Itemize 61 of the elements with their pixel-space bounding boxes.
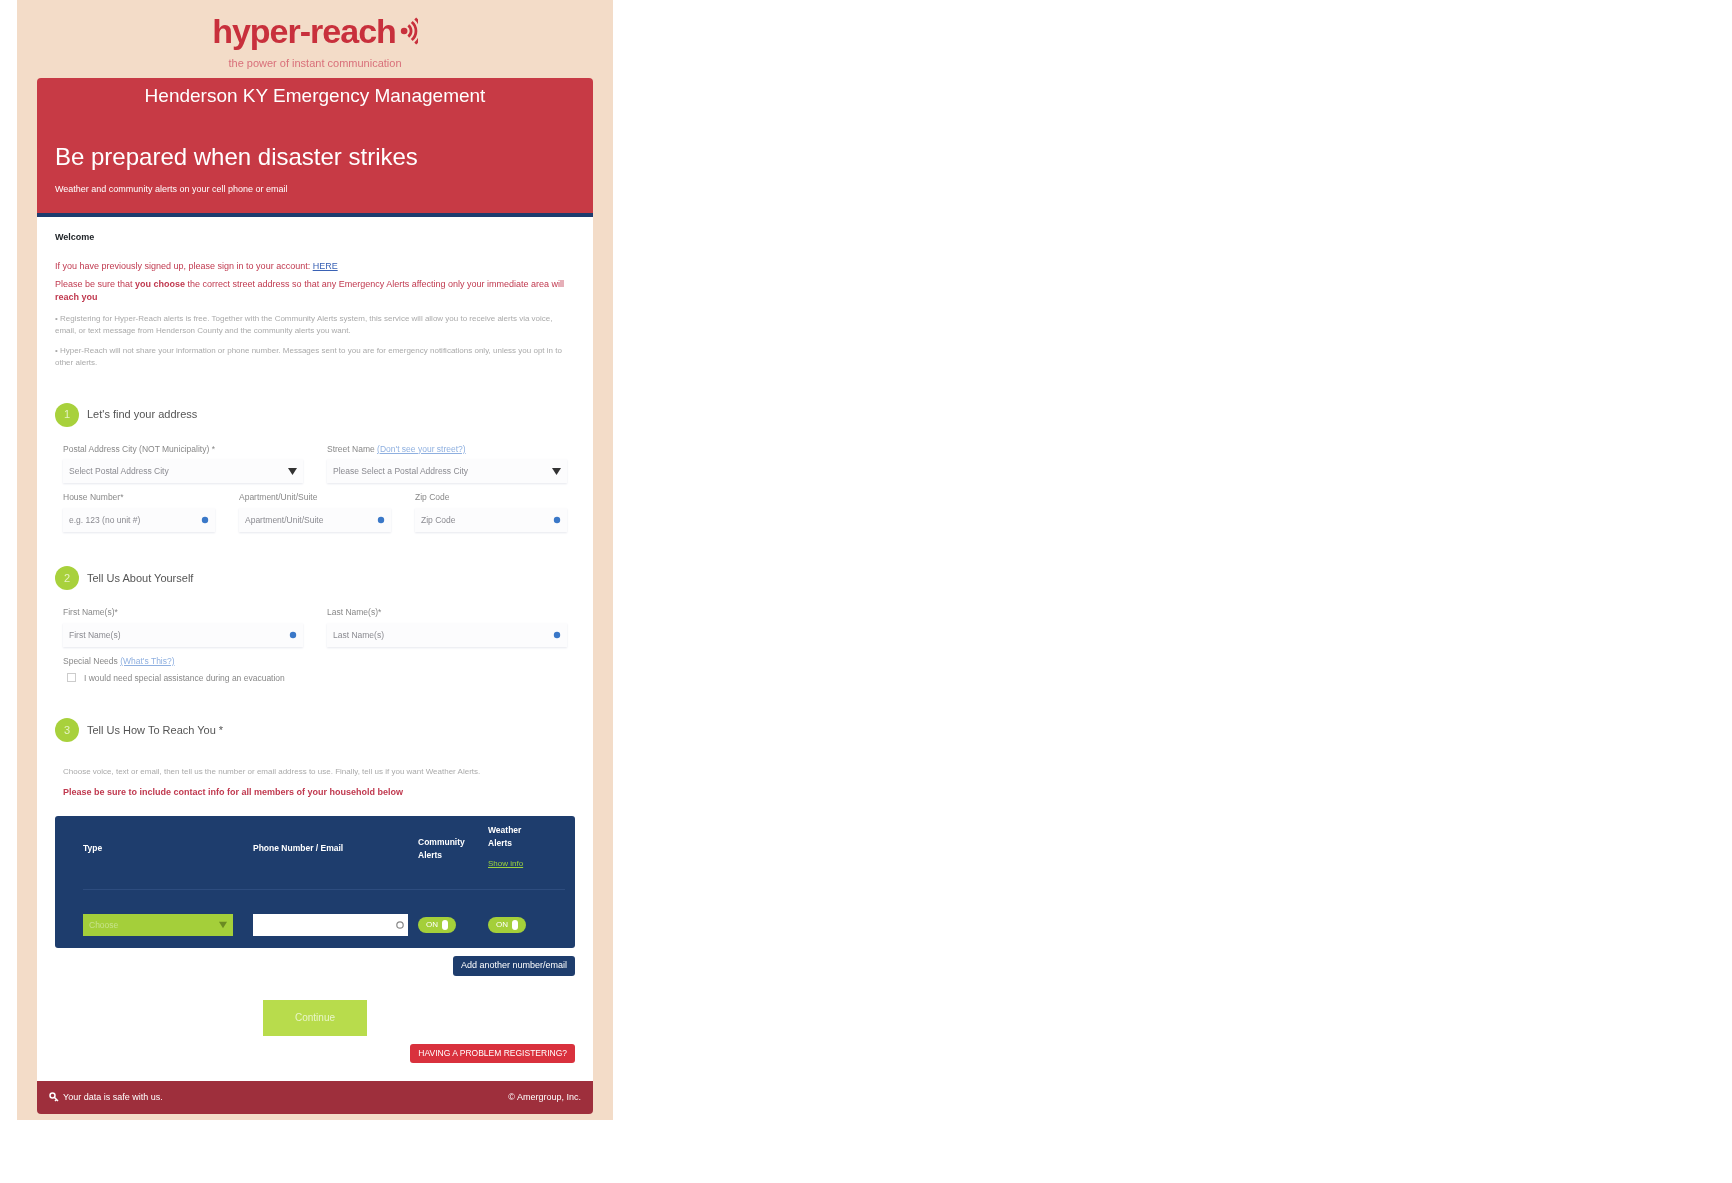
headline: Be prepared when disaster strikes bbox=[55, 142, 418, 170]
input-field[interactable]: Last Name(s) bbox=[327, 622, 567, 647]
dropdown-caret-icon bbox=[219, 921, 227, 930]
dropdown-caret-icon bbox=[288, 466, 297, 476]
checkbox[interactable] bbox=[67, 673, 76, 683]
subheadline: Weather and community alerts on your cell phone or email bbox=[55, 183, 288, 194]
column-header: Type bbox=[83, 842, 104, 855]
help-link[interactable]: (Don't see your street?) bbox=[377, 443, 466, 454]
input-field[interactable]: Zip Code bbox=[415, 508, 567, 532]
field-icon bbox=[289, 630, 297, 639]
field-icon bbox=[553, 516, 561, 524]
field-label: Last Name(s)* bbox=[327, 607, 382, 617]
checkbox-label: I would need special assistance during an evacuation bbox=[84, 671, 285, 685]
input-field[interactable]: First Name(s) bbox=[63, 622, 303, 647]
household-warning: Please be sure to include contact info for all members of your household below bbox=[63, 786, 405, 800]
signal-waves-icon bbox=[399, 17, 418, 45]
field-label: Special Needs bbox=[63, 655, 118, 666]
help-link[interactable]: (What's This?) bbox=[120, 655, 175, 666]
agency-title: Henderson KY Emergency Management bbox=[144, 85, 486, 106]
field-label: First Name(s)* bbox=[63, 607, 118, 617]
column-header: Phone Number / Email bbox=[253, 842, 345, 855]
intro-text: Choose voice, text or email, then tell us the number or email address to use. Finally, tell us if you want Weather Alerts. bbox=[63, 766, 482, 779]
dropdown[interactable]: Please Select a Postal Address City bbox=[327, 459, 567, 484]
footer-text: Your data is safe with us. bbox=[63, 1090, 163, 1104]
input-field[interactable]: Apartment/Unit/Suite bbox=[239, 508, 391, 532]
here-link[interactable]: HERE bbox=[312, 261, 338, 271]
column-header: Community Alerts bbox=[418, 835, 466, 862]
dropdown[interactable]: Select Postal Address City bbox=[63, 459, 303, 484]
field-icon bbox=[377, 516, 385, 524]
input-field[interactable]: e.g. 123 (no unit #) bbox=[63, 508, 215, 532]
key-icon bbox=[49, 1092, 59, 1103]
welcome-title: Welcome bbox=[55, 231, 95, 242]
dropdown-caret-icon bbox=[552, 466, 561, 476]
problem-button[interactable]: HAVING A PROBLEM REGISTERING? bbox=[410, 1043, 575, 1063]
field-label: Street Name bbox=[327, 443, 375, 454]
step-number: 3 bbox=[55, 718, 79, 743]
step-number: 1 bbox=[55, 402, 79, 427]
logo-tagline: the power of instant communication bbox=[228, 57, 402, 69]
address-note: Please be sure that you choose the correct street address so that any Emergency Alerts affecting only your immediate area will reach you bbox=[55, 277, 566, 304]
field-label: Apartment/Unit/Suite bbox=[239, 492, 318, 503]
field-label: Postal Address City (NOT Municipality) * bbox=[63, 443, 215, 454]
phone-email-field[interactable] bbox=[253, 914, 408, 937]
column-header: Weather Alerts bbox=[488, 823, 523, 850]
copyright-text: © Amergroup, Inc. bbox=[508, 1090, 581, 1104]
field-icon bbox=[396, 921, 404, 930]
show-info-link[interactable]: Show info bbox=[488, 859, 524, 869]
logo-wordmark: hyper-reach bbox=[212, 14, 396, 48]
add-contact-button[interactable]: Add another number/email bbox=[452, 956, 575, 976]
field-icon bbox=[201, 516, 209, 524]
step-title: Let's find your address bbox=[87, 407, 198, 423]
toggle-switch[interactable]: ON bbox=[488, 917, 526, 934]
step-number: 2 bbox=[55, 566, 79, 590]
field-label: Zip Code bbox=[415, 492, 450, 503]
info-bullet: • Registering for Hyper-Reach alerts is free. Together with the Community Alerts system, this service will allow you to receive alerts via voice, email, or text message from Henderson County and the community alerts you want. bbox=[55, 312, 554, 337]
toggle-switch[interactable]: ON bbox=[418, 917, 456, 934]
step-title: Tell Us About Yourself bbox=[87, 570, 194, 586]
signin-text: If you have previously signed up, please sign in to your account: HERE bbox=[55, 260, 339, 273]
step-title: Tell Us How To Reach You * bbox=[87, 723, 224, 738]
field-icon bbox=[553, 630, 561, 639]
info-bullet: • Hyper-Reach will not share your information or phone number. Messages sent to you are for emergency notifications only, unless you opt in to other alerts. bbox=[55, 344, 563, 369]
field-label: House Number* bbox=[63, 492, 124, 503]
